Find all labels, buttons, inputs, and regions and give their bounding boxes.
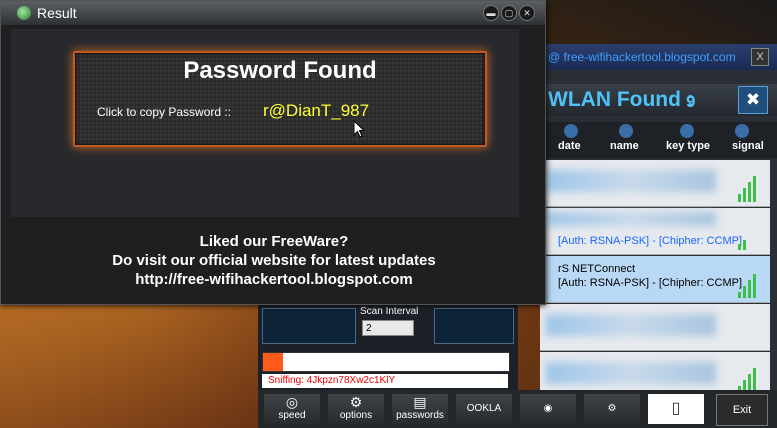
blurred-network (546, 170, 716, 192)
dialog-titlebar[interactable]: Result ▬ ▢ ✕ (1, 1, 545, 25)
list-item[interactable] (540, 304, 770, 351)
website-link[interactable]: @ free-wifihackertool.blogspot.com (548, 50, 736, 64)
options-button[interactable]: ⚙ options (328, 394, 384, 424)
speed-graph (434, 308, 514, 344)
password-value[interactable]: r@DianT_987 (263, 101, 369, 121)
password-found-heading: Password Found (183, 57, 377, 84)
traffic-graph (262, 308, 356, 344)
password-panel[interactable]: Password Found Click to copy Password ::… (73, 51, 487, 147)
sniffing-progress (262, 352, 510, 372)
progress-fill (263, 353, 283, 371)
close-button[interactable]: ✕ (519, 5, 535, 21)
network-auth: [Auth: RSNA-PSK] - [Chipher: CCMP] (558, 277, 742, 289)
speedtest-button[interactable]: ◉ (520, 394, 576, 424)
gear-icon: ⚙ (349, 394, 363, 410)
page-icon: ▯ (671, 400, 681, 417)
blurred-network (546, 212, 716, 226)
network-auth: [Auth: RSNA-PSK] - [Chipher: CCMP] (558, 235, 742, 247)
report-button[interactable]: ▯ (648, 394, 704, 424)
copy-password-label: Click to copy Password :: (97, 105, 232, 119)
maximize-button[interactable]: ▢ (501, 5, 517, 21)
blurred-network (546, 362, 716, 384)
list-item[interactable]: [Auth: RSNA-PSK] - [Chipher: CCMP] (540, 208, 770, 255)
options-label: options (339, 410, 373, 421)
app-icon (17, 6, 31, 20)
passwords-label: passwords (396, 410, 444, 421)
name-icon (619, 124, 633, 138)
mouse-cursor-icon (353, 120, 365, 138)
speed-label: speed (278, 410, 306, 421)
desktop-background (0, 300, 270, 428)
column-headers: e date name key type signal (540, 122, 777, 158)
signal-bars-icon (738, 270, 762, 298)
signal-bars-icon (738, 222, 762, 250)
footer-website-link[interactable]: http://free-wifihackertool.blogspot.com (1, 271, 547, 288)
key-icon (680, 124, 694, 138)
wlan-found-label: WLAN Found : (548, 88, 694, 111)
date-icon (564, 124, 578, 138)
signal-bars-icon (738, 174, 762, 202)
column-name[interactable]: name (610, 140, 639, 152)
tools-icon[interactable]: ✖ (738, 86, 768, 114)
network-list: [Auth: RSNA-PSK] - [Chipher: CCMP] rS NE… (540, 160, 777, 408)
gauge-icon: ◉ (543, 403, 553, 414)
speed-button[interactable]: ◎ speed (264, 394, 320, 424)
ookla-button[interactable]: OOKLA (456, 394, 512, 424)
settings-button[interactable]: ⚙ (584, 394, 640, 424)
exit-button[interactable]: Exit (716, 394, 768, 426)
wlan-found-count: 9 (686, 92, 696, 111)
speedometer-icon: ◎ (285, 394, 299, 410)
bottom-toolbar: ◎ speed ⚙ options ▤ passwords OOKLA ◉ ⚙ … (258, 390, 777, 428)
signal-icon (735, 124, 749, 138)
scan-interval-label: Scan Interval (360, 306, 419, 317)
footer-line-2: Do visit our official website for latest… (112, 252, 436, 269)
network-name: rS NETConnect (558, 263, 636, 275)
gear-icon: ⚙ (607, 403, 617, 414)
sniffing-status: Sniffing: 4Jkpzn78Xw2c1KlY (262, 374, 508, 388)
app-header: @ free-wifihackertool.blogspot.com X (540, 44, 777, 70)
column-key-type[interactable]: key type (666, 140, 710, 152)
list-item[interactable] (540, 160, 770, 207)
list-item-selected[interactable]: rS NETConnect [Auth: RSNA-PSK] - [Chiphe… (540, 256, 770, 303)
blurred-network (546, 314, 716, 336)
ookla-label: OOKLA (466, 403, 502, 414)
scan-interval-input[interactable]: 2 (362, 320, 414, 336)
app-close-button[interactable]: X (751, 48, 769, 66)
column-signal[interactable]: signal (732, 140, 764, 152)
result-dialog: Result ▬ ▢ ✕ Password Found Click to cop… (0, 0, 546, 305)
passwords-button[interactable]: ▤ passwords (392, 394, 448, 424)
column-date[interactable]: date (558, 140, 581, 152)
wlan-found-bar: WLAN Found : 9 ✖ (540, 84, 777, 116)
wifi-tool-window: @ free-wifihackertool.blogspot.com X WLA… (540, 44, 777, 428)
footer-line-1: Liked our FreeWare? (199, 233, 349, 250)
minimize-button[interactable]: ▬ (483, 5, 499, 21)
dialog-title: Result (37, 5, 77, 21)
document-icon: ▤ (413, 394, 427, 410)
